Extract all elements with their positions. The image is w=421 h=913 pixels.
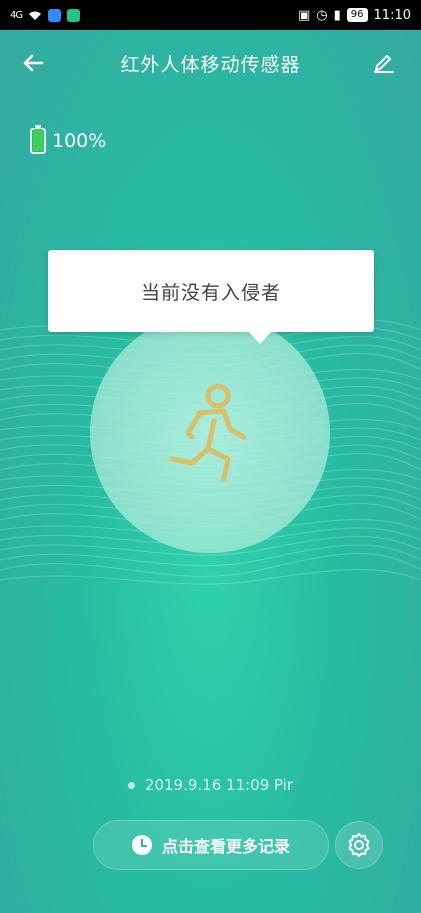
record-dot xyxy=(127,781,135,789)
back-button[interactable] xyxy=(18,48,48,78)
last-record: 2019.9.16 11:09 Pir xyxy=(0,776,421,794)
clock-icon xyxy=(131,835,152,855)
battery-fill xyxy=(33,129,43,151)
view-history-button[interactable]: 点击查看更多记录 xyxy=(93,820,329,870)
wave-line xyxy=(0,569,421,585)
battery-icon: 96 xyxy=(346,8,368,22)
edit-button[interactable] xyxy=(369,48,399,78)
vibrate-icon: ▮ xyxy=(333,7,341,23)
alarm-icon: ◷ xyxy=(316,7,328,23)
status-time: 11:10 xyxy=(373,7,411,23)
app-notification-icon xyxy=(67,8,81,22)
battery-level-icon xyxy=(30,125,46,154)
app-notification-icon xyxy=(48,8,62,22)
pencil-icon xyxy=(374,55,394,73)
signal-icon: 4G xyxy=(10,9,23,21)
sensor-status-circle xyxy=(90,313,330,553)
intruder-status-text: 当前没有入侵者 xyxy=(140,281,281,304)
intruder-status-tooltip: 当前没有入侵者 xyxy=(48,250,374,344)
arrow-left-icon xyxy=(23,54,44,72)
status-bar: 4G ▣ ◷ ▮ 96 11:10 xyxy=(0,0,421,30)
running-person-icon xyxy=(169,383,247,482)
status-right: ▣ ◷ ▮ 96 11:10 xyxy=(298,8,411,23)
battery-percent: 100% xyxy=(52,130,107,152)
last-record-text: 2019.9.16 11:09 Pir xyxy=(144,776,294,794)
page-title: 红外人体移动传感器 xyxy=(120,53,301,76)
status-left: 4G xyxy=(10,8,81,22)
view-history-label: 点击查看更多记录 xyxy=(161,837,290,856)
nfc-icon: ▣ xyxy=(298,7,311,23)
wifi-icon xyxy=(29,11,42,20)
device-battery: 100% xyxy=(30,125,107,154)
settings-button[interactable] xyxy=(335,821,383,869)
wave-line xyxy=(0,553,421,577)
top-nav: 红外人体移动传感器 xyxy=(0,30,421,96)
gear-icon xyxy=(348,833,370,857)
